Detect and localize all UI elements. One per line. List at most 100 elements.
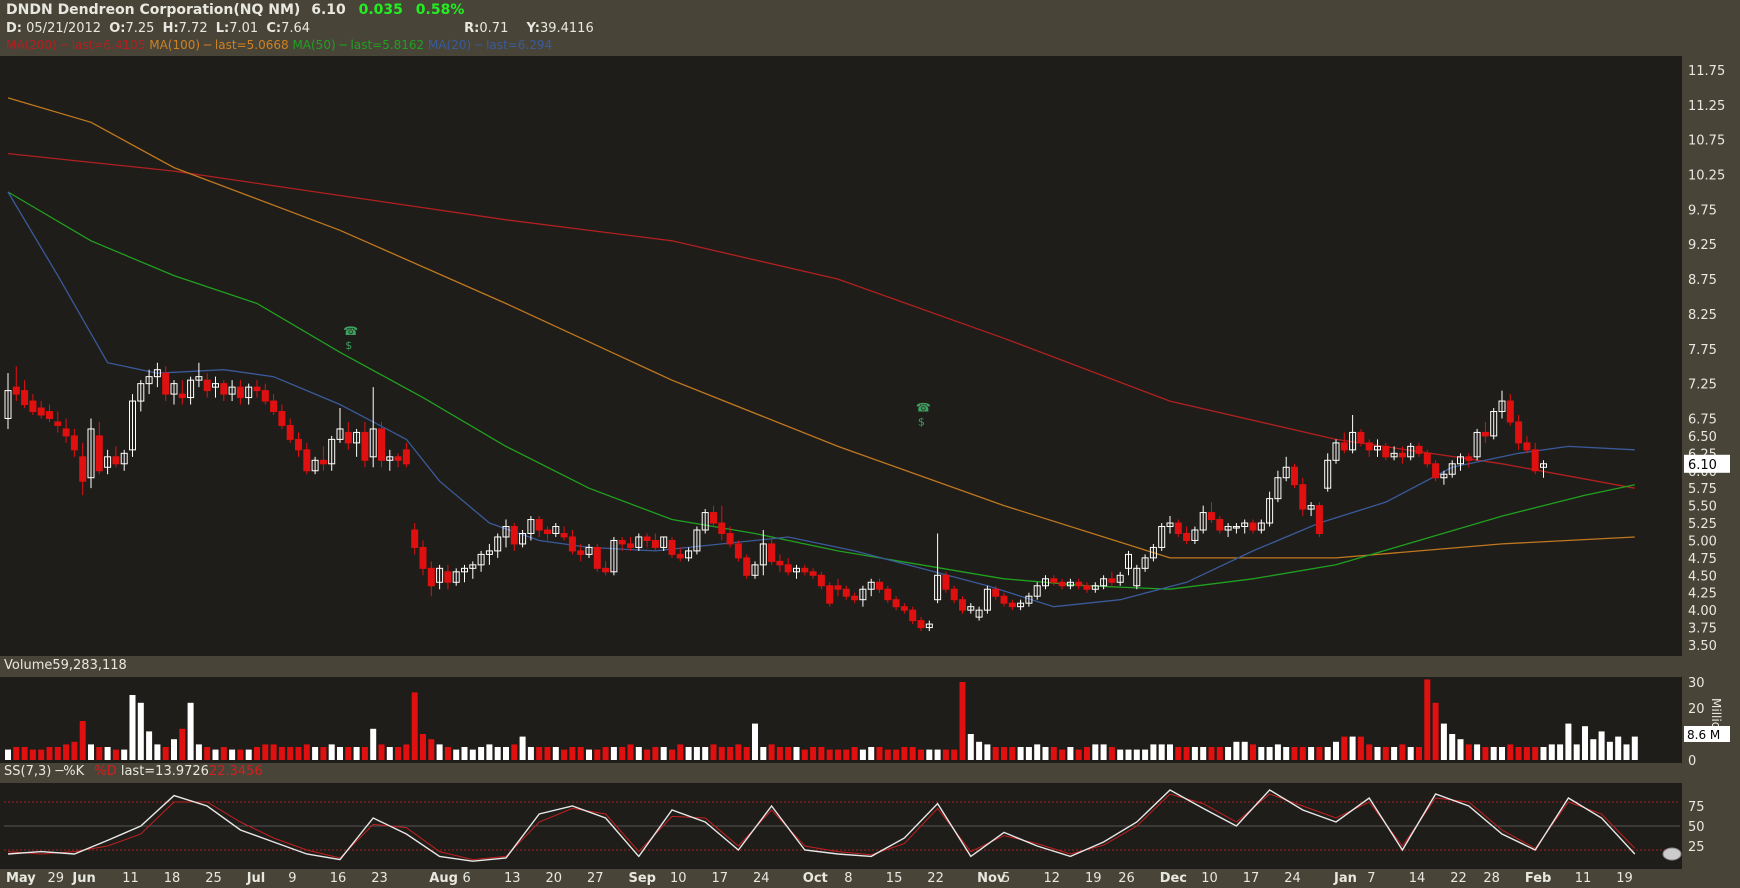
x-axis-label: Feb bbox=[1525, 871, 1551, 886]
x-axis-label: 19 bbox=[1085, 871, 1102, 886]
volume-bar bbox=[594, 749, 601, 760]
price-tick-label: 5.25 bbox=[1688, 517, 1717, 532]
volume-bar bbox=[1474, 744, 1481, 760]
volume-bar bbox=[1250, 744, 1256, 760]
volume-bar bbox=[1241, 741, 1248, 760]
volume-bar bbox=[1590, 739, 1597, 760]
volume-bar bbox=[1374, 747, 1381, 760]
volume-tick-label: 20 bbox=[1688, 702, 1705, 717]
volume-bar bbox=[552, 747, 559, 760]
volume-bar bbox=[602, 747, 609, 760]
volume-bar bbox=[5, 749, 11, 760]
x-axis-label: 11 bbox=[122, 871, 139, 886]
candle-body bbox=[112, 456, 120, 465]
candle-body bbox=[1249, 522, 1257, 531]
candle-body bbox=[676, 553, 684, 559]
candle-body bbox=[884, 588, 892, 601]
volume-bar bbox=[511, 744, 518, 760]
candle-body bbox=[62, 428, 70, 437]
candle-body bbox=[378, 428, 385, 461]
x-axis-label: 11 bbox=[1575, 871, 1592, 886]
candle-body bbox=[70, 435, 78, 451]
volume-bar bbox=[461, 747, 468, 760]
volume-bar bbox=[1515, 747, 1522, 760]
volume-bar bbox=[1009, 747, 1016, 760]
volume-bar bbox=[1208, 747, 1215, 760]
volume-bar bbox=[1540, 747, 1547, 760]
candle-body bbox=[510, 526, 518, 545]
volume-bar bbox=[1357, 736, 1364, 760]
volume-bar bbox=[1407, 747, 1414, 760]
volume-bar bbox=[926, 749, 933, 760]
volume-bar bbox=[793, 747, 800, 760]
volume-bar bbox=[1283, 747, 1290, 760]
x-axis-label: 24 bbox=[1284, 871, 1301, 886]
ma-line-ma100 bbox=[7, 97, 1635, 559]
volume-bar bbox=[1175, 747, 1182, 760]
volume-bar bbox=[278, 747, 285, 760]
volume-bar bbox=[1017, 747, 1024, 760]
price-tick-label: 10.75 bbox=[1688, 134, 1725, 149]
x-axis-label: 15 bbox=[886, 871, 903, 886]
volume-bar bbox=[1532, 747, 1539, 760]
volume-bar bbox=[1465, 744, 1472, 760]
candle-body bbox=[602, 567, 610, 573]
volume-bar bbox=[1333, 741, 1339, 760]
volume-bar bbox=[1482, 747, 1489, 760]
volume-bar bbox=[1291, 747, 1298, 760]
candle-body bbox=[950, 588, 958, 601]
volume-bar bbox=[1449, 734, 1456, 760]
volume-bar bbox=[1582, 726, 1588, 760]
volume-bar bbox=[652, 747, 659, 760]
price-tick-label: 7.75 bbox=[1688, 343, 1717, 358]
volume-bar bbox=[270, 744, 277, 760]
volume-bar bbox=[29, 749, 36, 760]
volume-bar bbox=[785, 747, 792, 760]
candle-body bbox=[851, 595, 859, 601]
volume-bar bbox=[1167, 744, 1173, 760]
price-tick-label: 3.50 bbox=[1688, 639, 1717, 654]
x-axis-label: 6 bbox=[463, 871, 471, 886]
volume-bar bbox=[619, 747, 626, 760]
volume-bar bbox=[1225, 747, 1232, 760]
volume-bar bbox=[378, 744, 385, 760]
stoch-tick-label: 75 bbox=[1688, 800, 1705, 815]
candle-body bbox=[1415, 445, 1423, 454]
volume-bar bbox=[503, 747, 509, 760]
x-axis-label: Jun bbox=[71, 871, 95, 886]
candle-body bbox=[826, 585, 834, 604]
x-axis-label: Aug bbox=[429, 871, 458, 886]
dividend-dollar-icon: $ bbox=[345, 339, 352, 352]
volume-bar bbox=[1274, 744, 1281, 760]
volume-bar bbox=[1432, 702, 1439, 760]
volume-bar bbox=[245, 749, 252, 760]
volume-bar bbox=[544, 747, 551, 760]
price-tick-label: 4.50 bbox=[1688, 569, 1717, 584]
volume-bar bbox=[1133, 749, 1140, 760]
volume-bar bbox=[494, 747, 501, 760]
x-axis-label: 28 bbox=[1483, 871, 1500, 886]
price-tick-label: 11.25 bbox=[1688, 99, 1725, 114]
volume-bar bbox=[644, 749, 651, 760]
dividend-phone-icon: ☎ bbox=[343, 324, 358, 338]
volume-bar bbox=[370, 728, 377, 760]
volume-bar bbox=[1191, 747, 1198, 760]
volume-bar bbox=[826, 749, 833, 760]
volume-bar bbox=[1324, 747, 1331, 760]
volume-bar bbox=[710, 744, 717, 760]
candle-body bbox=[270, 400, 278, 413]
volume-bar bbox=[112, 749, 119, 760]
volume-bar bbox=[801, 749, 808, 760]
candle-body bbox=[1506, 400, 1514, 423]
volume-bar bbox=[411, 692, 418, 760]
volume-bar bbox=[527, 747, 534, 760]
candle-body bbox=[411, 529, 419, 548]
candle-body bbox=[801, 567, 809, 573]
volume-bar bbox=[768, 744, 775, 760]
candle-body bbox=[1315, 505, 1323, 534]
volume-bar bbox=[1100, 744, 1107, 760]
volume-bar bbox=[1084, 747, 1090, 760]
volume-bar bbox=[1216, 747, 1223, 760]
volume-bar bbox=[843, 749, 850, 760]
volume-bar bbox=[1117, 749, 1124, 760]
